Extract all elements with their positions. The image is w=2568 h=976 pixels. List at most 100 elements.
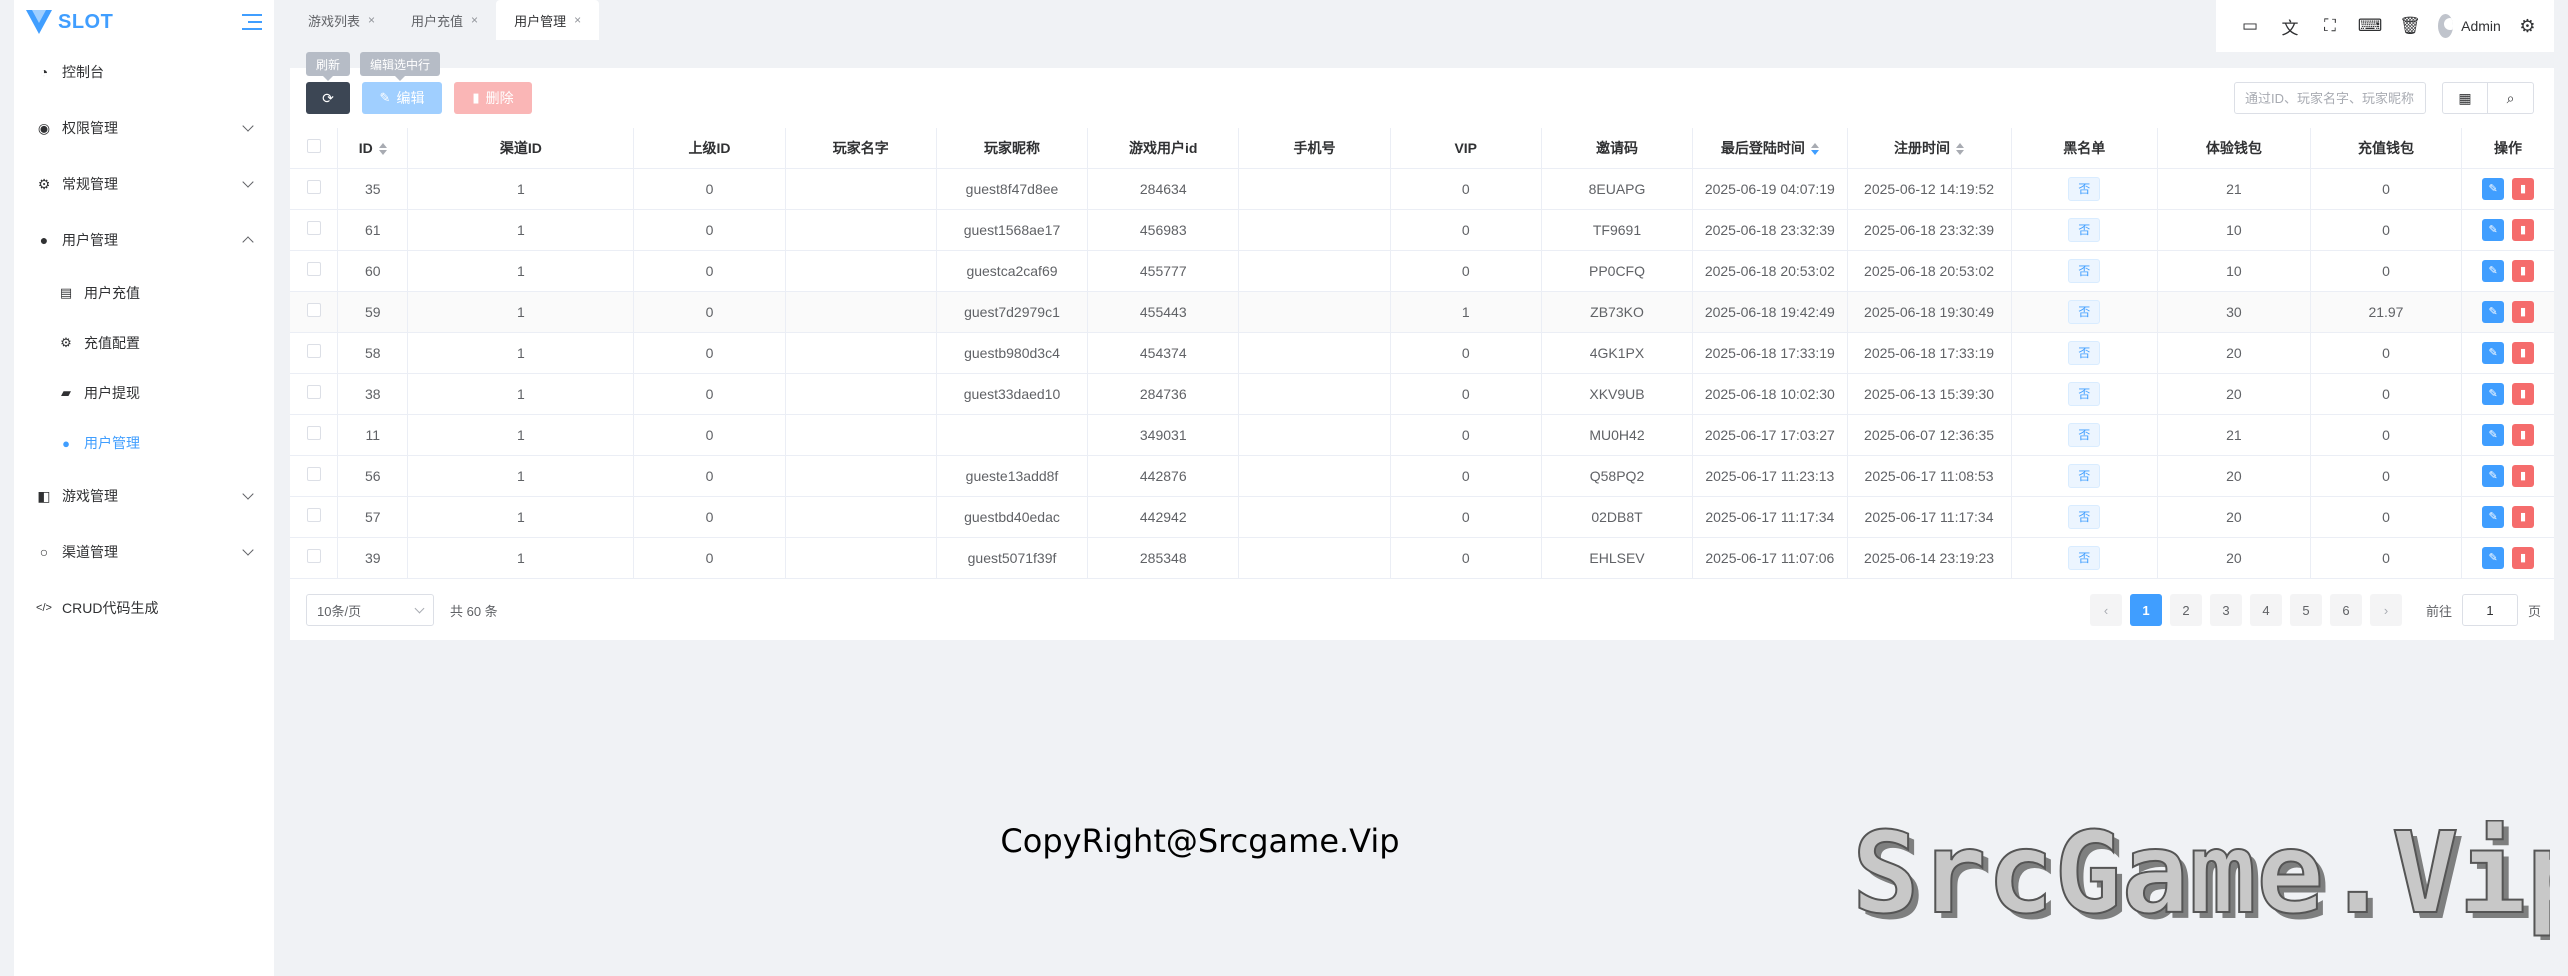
row-checkbox[interactable]: [306, 303, 321, 317]
row-edit-button[interactable]: ✎: [2482, 341, 2505, 364]
row-edit-button[interactable]: ✎: [2482, 505, 2505, 528]
column-header[interactable]: 注册时间: [1847, 128, 2012, 169]
row-edit-button[interactable]: ✎: [2482, 259, 2505, 282]
search-button[interactable]: ⌕: [2488, 82, 2534, 114]
close-icon[interactable]: ×: [368, 13, 375, 27]
sidebar-subitem[interactable]: ▤ 用户充值: [14, 268, 274, 318]
row-select-cell[interactable]: [290, 414, 339, 456]
page-5-button[interactable]: 5: [2290, 594, 2322, 626]
table-row[interactable]: 56 1 0 gueste13add8f 442876 0 Q58PQ2 2025-06-17…: [290, 455, 2554, 497]
row-edit-button[interactable]: ✎: [2482, 218, 2505, 241]
row-delete-button[interactable]: ▮: [2512, 464, 2535, 487]
table-row[interactable]: 57 1 0 guestbd40edac 442942 0 02DB8T 2025-06-17…: [290, 496, 2554, 538]
sidebar-item[interactable]: ● 用户管理: [14, 212, 274, 268]
page-6-button[interactable]: 6: [2330, 594, 2362, 626]
sort-icon[interactable]: [1810, 143, 1819, 156]
row-select-cell[interactable]: [290, 291, 339, 333]
row-checkbox[interactable]: [306, 221, 321, 235]
table-row[interactable]: 61 1 0 guest1568ae17 456983 0 TF9691 2025-06-18…: [290, 209, 2554, 251]
close-icon[interactable]: ×: [471, 13, 478, 27]
row-delete-button[interactable]: ▮: [2512, 423, 2535, 446]
table-row[interactable]: 58 1 0 guestb980d3c4 454374 0 4GK1PX 2025-06-18…: [290, 332, 2554, 374]
table-row[interactable]: 59 1 0 guest7d2979c1 455443 1 ZB73KO 2025-06-18…: [290, 291, 2554, 333]
row-checkbox[interactable]: [306, 385, 321, 399]
row-checkbox[interactable]: [306, 344, 321, 358]
avatar[interactable]: [2438, 14, 2454, 38]
fullscreen-icon[interactable]: ⛶: [2310, 6, 2350, 46]
row-select-cell[interactable]: [290, 168, 339, 210]
settings-icon[interactable]: ⚙: [2515, 6, 2540, 46]
edit-button[interactable]: ✎ 编辑: [362, 82, 442, 114]
refresh-button[interactable]: ⟳: [306, 82, 350, 114]
row-edit-button[interactable]: ✎: [2482, 423, 2505, 446]
delete-button[interactable]: ▮ 删除: [454, 82, 532, 114]
sidebar-item[interactable]: ⚙ 常规管理: [14, 156, 274, 212]
row-select-cell[interactable]: [290, 209, 339, 251]
menu-collapse-icon[interactable]: [242, 14, 262, 30]
row-checkbox[interactable]: [306, 508, 321, 522]
row-delete-button[interactable]: ▮: [2512, 218, 2535, 241]
row-delete-button[interactable]: ▮: [2512, 546, 2535, 569]
search-box[interactable]: [2234, 82, 2426, 114]
sidebar-subitem[interactable]: ▰ 用户提现: [14, 368, 274, 418]
translate-icon[interactable]: 文: [2270, 6, 2310, 46]
row-select-cell[interactable]: [290, 373, 339, 415]
page-3-button[interactable]: 3: [2210, 594, 2242, 626]
sort-icon[interactable]: [1956, 143, 1965, 156]
table-row[interactable]: 35 1 0 guest8f47d8ee 284634 0 8EUAPG 2025-06-19…: [290, 168, 2554, 210]
goto-page-input[interactable]: 1: [2462, 594, 2519, 626]
row-delete-button[interactable]: ▮: [2512, 259, 2535, 282]
tab-2[interactable]: 用户充值 ×: [393, 0, 496, 40]
row-select-cell[interactable]: [290, 496, 339, 538]
sort-icon[interactable]: [378, 143, 387, 156]
prev-page-button[interactable]: ‹: [2090, 594, 2122, 626]
row-checkbox[interactable]: [306, 426, 321, 440]
row-checkbox[interactable]: [306, 549, 321, 563]
row-delete-button[interactable]: ▮: [2512, 382, 2535, 405]
row-edit-button[interactable]: ✎: [2482, 464, 2505, 487]
user-name[interactable]: Admin: [2461, 18, 2501, 34]
row-delete-button[interactable]: ▮: [2512, 505, 2535, 528]
next-page-button[interactable]: ›: [2370, 594, 2402, 626]
row-delete-button[interactable]: ▮: [2512, 300, 2535, 323]
terminal-icon[interactable]: ⌨: [2350, 6, 2390, 46]
column-header[interactable]: 最后登陆时间: [1692, 128, 1848, 169]
row-delete-button[interactable]: ▮: [2512, 341, 2535, 364]
sidebar-item[interactable]: ○ 渠道管理: [14, 524, 274, 580]
column-toggle-button[interactable]: ▦: [2442, 82, 2488, 114]
row-edit-button[interactable]: ✎: [2482, 546, 2505, 569]
row-checkbox[interactable]: [306, 467, 321, 481]
select-all-header[interactable]: [290, 128, 339, 169]
sidebar-item[interactable]: ◔ 控制台: [14, 44, 274, 100]
monitor-icon[interactable]: ▭: [2230, 6, 2270, 46]
row-select-cell[interactable]: [290, 250, 339, 292]
row-select-cell[interactable]: [290, 332, 339, 374]
row-checkbox[interactable]: [306, 262, 321, 276]
table-row[interactable]: 60 1 0 guestca2caf69 455777 0 PP0CFQ 2025-06-18…: [290, 250, 2554, 292]
page-2-button[interactable]: 2: [2170, 594, 2202, 626]
page-1-button[interactable]: 1: [2130, 594, 2162, 626]
tab-1[interactable]: 游戏列表 ×: [290, 0, 393, 40]
row-select-cell[interactable]: [290, 537, 339, 579]
tab-3[interactable]: 用户管理 ×: [496, 0, 600, 40]
search-input[interactable]: [2245, 90, 2415, 106]
table-row[interactable]: 38 1 0 guest33daed10 284736 0 XKV9UB 2025-06-18…: [290, 373, 2554, 415]
row-delete-button[interactable]: ▮: [2512, 177, 2535, 200]
table-row[interactable]: 11 1 0 349031 0 MU0H42 2025-06-17 17:03:27 2025…: [290, 414, 2554, 456]
table-row[interactable]: 39 1 0 guest5071f39f 285348 0 EHLSEV 2025-06-17…: [290, 537, 2554, 579]
close-icon[interactable]: ×: [574, 13, 581, 27]
sidebar-item[interactable]: </> CRUD代码生成: [14, 580, 274, 636]
row-select-cell[interactable]: [290, 455, 339, 497]
sidebar-subitem[interactable]: ⚙ 充值配置: [14, 318, 274, 368]
row-checkbox[interactable]: [306, 180, 321, 194]
row-edit-button[interactable]: ✎: [2482, 382, 2505, 405]
sidebar-item[interactable]: ◉ 权限管理: [14, 100, 274, 156]
trash-icon[interactable]: 🗑: [2390, 6, 2430, 46]
row-edit-button[interactable]: ✎: [2482, 177, 2505, 200]
sidebar-subitem[interactable]: ● 用户管理: [14, 418, 274, 468]
select-all-checkbox[interactable]: [306, 139, 321, 154]
page-size-select[interactable]: 10条/页: [306, 594, 434, 626]
column-header[interactable]: ID: [337, 128, 409, 169]
page-4-button[interactable]: 4: [2250, 594, 2282, 626]
row-edit-button[interactable]: ✎: [2482, 300, 2505, 323]
